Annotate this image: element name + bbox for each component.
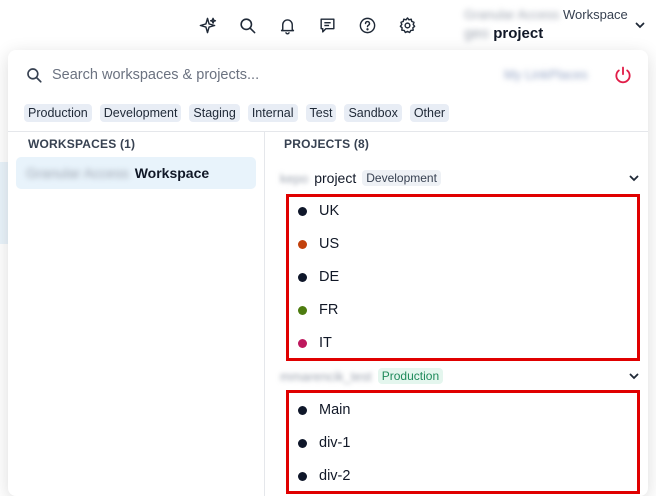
workspace-switcher-project: project — [493, 25, 544, 42]
column-divider — [264, 132, 265, 496]
project-color-dot — [298, 239, 307, 249]
environment-badge: Development — [362, 170, 441, 186]
filter-chip-sandbox[interactable]: Sandbox — [344, 104, 402, 122]
project-item-label: US — [319, 236, 340, 252]
workspace-item[interactable]: Granular Access Workspace — [16, 157, 256, 189]
project-item-it[interactable]: IT — [298, 328, 628, 358]
project-group-prefix: kepo — [280, 170, 309, 186]
workspaces-header: WORKSPACES (1) — [28, 137, 136, 151]
project-color-dot — [298, 471, 307, 481]
project-item-label: IT — [319, 335, 332, 351]
filter-chip-test[interactable]: Test — [305, 104, 337, 122]
project-color-dot — [298, 405, 307, 415]
account-link[interactable]: My LinkPlaces — [504, 67, 588, 82]
project-item-label: div-1 — [319, 435, 351, 451]
project-group-development[interactable]: kepo project Development — [280, 166, 640, 190]
project-item-label: div-2 — [319, 468, 351, 484]
project-item-div-1[interactable]: div-1 — [298, 428, 628, 458]
project-group-prefix: mmarencik_test — [280, 368, 372, 384]
chevron-down-icon[interactable] — [628, 370, 640, 382]
project-item-label: FR — [319, 302, 339, 318]
workspace-item-name: Workspace — [134, 165, 210, 181]
project-item-fr[interactable]: FR — [298, 295, 628, 325]
project-item-div-2[interactable]: div-2 — [298, 461, 628, 491]
workspace-switcher-prefix: Granular Access — [464, 7, 560, 22]
chevron-down-icon — [635, 22, 645, 29]
workspace-switcher-line1: Granular Access Workspace — [464, 7, 628, 22]
project-color-dot — [298, 272, 307, 282]
divider — [8, 131, 648, 132]
project-item-main[interactable]: Main — [298, 395, 628, 425]
project-item-uk[interactable]: UK — [298, 196, 628, 226]
project-color-dot — [298, 338, 307, 348]
workspace-switcher-project-prefix: geo — [464, 25, 490, 42]
project-group-name: project — [314, 170, 357, 186]
filter-chip-development[interactable]: Development — [99, 104, 182, 122]
help-icon[interactable] — [354, 12, 380, 38]
gear-icon[interactable] — [394, 12, 420, 38]
workspace-switcher-line2: geo project — [464, 25, 543, 42]
filter-chip-staging[interactable]: Staging — [189, 104, 240, 122]
projects-header: PROJECTS (8) — [284, 137, 370, 151]
filter-chip-internal[interactable]: Internal — [247, 104, 298, 122]
workspace-project-dropdown: My LinkPlaces Production Development Sta… — [8, 50, 648, 496]
workspace-switcher-workspace: Workspace — [563, 7, 628, 22]
project-item-de[interactable]: DE — [298, 262, 628, 292]
workspace-switcher[interactable]: Granular Access Workspace geo project — [464, 5, 654, 45]
project-color-dot — [298, 206, 307, 216]
project-item-us[interactable]: US — [298, 229, 628, 259]
search-row: My LinkPlaces — [8, 50, 648, 100]
search-icon — [27, 68, 42, 83]
project-group-production[interactable]: mmarencik_test Production — [280, 364, 640, 388]
sparkle-icon[interactable] — [194, 12, 220, 38]
background-selected-row — [0, 162, 8, 244]
project-color-dot — [298, 305, 307, 315]
project-item-label: UK — [319, 203, 340, 219]
search-input[interactable] — [52, 62, 492, 88]
chevron-down-icon[interactable] — [628, 172, 640, 184]
environment-filters: Production Development Staging Internal … — [24, 104, 450, 122]
power-icon[interactable] — [613, 65, 633, 85]
project-item-label: Main — [319, 402, 351, 418]
search-icon[interactable] — [234, 12, 260, 38]
filter-chip-production[interactable]: Production — [24, 104, 92, 122]
top-bar: Granular Access Workspace geo project — [0, 0, 656, 50]
environment-badge: Production — [377, 368, 444, 384]
filter-chip-other[interactable]: Other — [409, 104, 450, 122]
workspace-item-prefix: Granular Access — [26, 165, 129, 181]
bell-icon[interactable] — [274, 12, 300, 38]
project-item-label: DE — [319, 269, 340, 285]
chat-icon[interactable] — [314, 12, 340, 38]
project-color-dot — [298, 438, 307, 448]
